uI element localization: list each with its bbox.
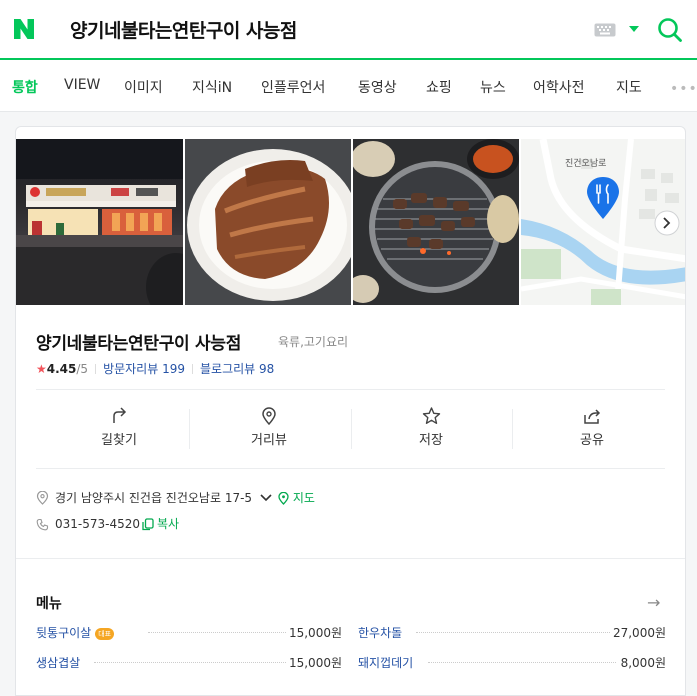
leader-dots [428,662,616,663]
tab-integrated[interactable]: 통합 [12,77,38,97]
share-icon [584,409,601,424]
directions-button[interactable]: 길찾기 [69,393,169,448]
directions-icon [113,407,127,423]
tab-map[interactable]: 지도 [616,77,642,97]
menu-item-name: 생삼겹살 [36,656,81,670]
tab-view[interactable]: VIEW [64,77,100,93]
divider [95,364,97,374]
location-icon [36,490,49,505]
chevron-down-icon[interactable] [260,494,272,502]
pin-icon [262,407,276,425]
menu-item-price: 8,000원 [620,656,666,670]
copy-icon [142,518,154,531]
menu-item[interactable]: 생삼겹살 15,000원 [36,654,342,671]
save-button[interactable]: 저장 [381,393,481,448]
leader-dots [94,662,286,663]
rating-score: 4.45 [46,362,77,376]
menu-item-price: 15,000원 [288,626,342,640]
search-input[interactable]: 양기네불타는연탄구이 사능점 [70,16,297,43]
place-card: 진건오남로 양기네불타는연탄구이 사능점 육류,고기요리 ★4.45/5 방문자리… [15,126,686,696]
visitor-reviews-count: 199 [162,362,185,376]
blog-reviews-count: 98 [259,362,275,376]
street-view-button[interactable]: 거리뷰 [219,393,319,448]
place-name[interactable]: 양기네불타는연탄구이 사능점 [36,329,241,354]
menu-item-name: 뒷통구이살 [36,626,92,640]
keyboard-icon[interactable] [594,23,616,37]
map-thumbnail[interactable]: 진건오남로 [521,139,685,305]
address-text: 경기 남양주시 진건읍 진건오남로 17-5 [55,491,253,505]
leader-dots [416,632,610,633]
menu-item[interactable]: 한우차돌 27,000원 [358,624,666,641]
rating-max: /5 [76,362,89,376]
map-link[interactable]: 지도 [278,491,315,505]
menu-item[interactable]: 뒷통구이살 대표 15,000원 [36,624,342,641]
menu-item-name: 돼지껍데기 [358,656,414,670]
more-tabs-icon[interactable]: ••• [670,81,697,97]
phone-number[interactable]: 031-573-4520 [55,517,140,531]
map-link-label: 지도 [292,491,315,505]
search-header: 양기네불타는연탄구이 사능점 [0,0,697,60]
search-tabs: 통합 VIEW 이미지 지식iN 인플루언서 동영상 쇼핑 뉴스 어학사전 지도… [0,60,697,112]
visitor-reviews-label: 방문자리뷰 [103,362,159,376]
menu-item-name: 한우차돌 [358,626,403,640]
leader-dots [148,632,286,633]
menu-item[interactable]: 돼지껍데기 8,000원 [358,654,666,671]
address-row: 경기 남양주시 진건읍 진건오남로 17-5 지도 [36,489,315,506]
copy-label: 복사 [157,517,180,531]
save-label: 저장 [419,433,443,448]
menu-item-price: 27,000원 [612,626,666,640]
divider [36,468,665,469]
tab-knowledge-in[interactable]: 지식iN [192,77,232,97]
tab-influencer[interactable]: 인플루언서 [261,77,325,97]
directions-label: 길찾기 [101,433,137,448]
share-button[interactable]: 공유 [542,393,642,448]
place-category: 육류,고기요리 [278,335,349,349]
menu-item-price: 15,000원 [288,656,342,670]
search-icon[interactable] [657,17,683,43]
section-divider [16,558,685,559]
divider [189,409,190,449]
street-view-label: 거리뷰 [251,433,287,448]
tab-dictionary[interactable]: 어학사전 [533,77,585,97]
grill-photo[interactable] [353,139,519,305]
storefront-photo[interactable] [16,139,183,305]
divider [512,409,513,449]
menu-heading[interactable]: 메뉴 [36,593,62,613]
phone-icon [36,518,49,531]
tab-images[interactable]: 이미지 [124,77,163,97]
autocomplete-toggle-icon[interactable] [629,26,639,32]
tab-video[interactable]: 동영상 [358,77,397,97]
star-icon: ★ [36,362,47,376]
star-outline-icon [422,407,440,424]
map-road-label: 진건오남로 [565,159,607,169]
tab-news[interactable]: 뉴스 [480,77,506,97]
divider [192,364,193,374]
phone-row: 031-573-4520 복사 [36,515,179,532]
marinated-meat-photo[interactable] [185,139,351,305]
signature-badge: 대표 [95,628,115,640]
blog-reviews-link[interactable]: 블로그리뷰 98 [200,362,274,376]
rating-row: ★4.45/5 방문자리뷰 199 블로그리뷰 98 [36,360,274,377]
share-label: 공유 [580,433,604,448]
divider [36,389,665,390]
naver-logo[interactable] [12,17,36,41]
visitor-reviews-link[interactable]: 방문자리뷰 199 [103,362,185,376]
map-pin-icon [278,491,289,505]
divider [351,409,352,449]
tab-shopping[interactable]: 쇼핑 [426,77,452,97]
arrow-right-icon[interactable]: → [647,593,660,612]
blog-reviews-label: 블로그리뷰 [200,362,256,376]
copy-button[interactable]: 복사 [140,517,179,531]
